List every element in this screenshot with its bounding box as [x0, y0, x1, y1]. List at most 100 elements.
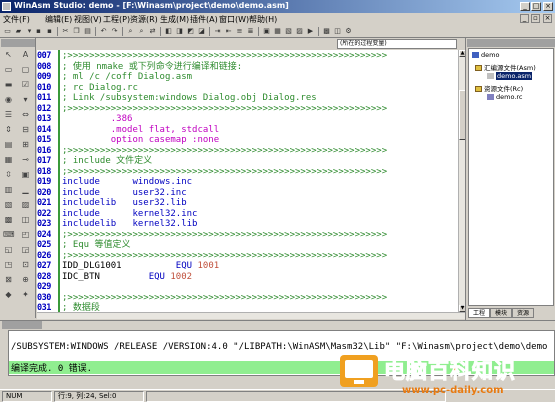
options-icon[interactable]: ⚙: [344, 27, 353, 36]
code-line[interactable]: 027 IDD_DLG1001 EQU 1001: [37, 261, 458, 272]
tree-asm-file[interactable]: demo.asm: [487, 72, 533, 80]
code-line[interactable]: 019 include windows.inc: [37, 177, 458, 188]
clear-bookmarks-icon[interactable]: ◪: [197, 27, 206, 36]
listview-tool-icon[interactable]: ▦: [3, 155, 14, 165]
save-icon[interactable]: ▪: [34, 27, 43, 36]
code-line[interactable]: 016 ;>>>>>>>>>>>>>>>>>>>>>>>>>>>>>>>>>>>>…: [37, 146, 458, 157]
label-tool-icon[interactable]: A: [20, 50, 31, 60]
undo-icon[interactable]: ↶: [99, 27, 108, 36]
link-icon[interactable]: ▦: [273, 27, 282, 36]
code-line[interactable]: 015 option casemap :none: [37, 135, 458, 146]
code-line[interactable]: 028 IDC_BTN EQU 1002: [37, 272, 458, 283]
hotkey-tool-icon[interactable]: ⌨: [3, 230, 15, 240]
open-file-icon[interactable]: ▰: [14, 27, 23, 36]
header-tool-icon[interactable]: ◲: [20, 245, 31, 255]
menu-file[interactable]: 文件(F): [3, 14, 30, 25]
tab-project[interactable]: 工程: [468, 308, 490, 318]
checkbox-tool-icon[interactable]: ☑: [20, 80, 31, 90]
image-tool-icon[interactable]: ▣: [20, 170, 31, 180]
code-line[interactable]: 022 include kernel32.inc: [37, 209, 458, 220]
assemble-icon[interactable]: ▣: [262, 27, 271, 36]
comment-icon[interactable]: ≡: [235, 27, 244, 36]
listbox-tool-icon[interactable]: ☰: [3, 110, 14, 120]
custom-tool-icon[interactable]: ✦: [20, 290, 31, 300]
code-editor[interactable]: 007 ;>>>>>>>>>>>>>>>>>>>>>>>>>>>>>>>>>>>>…: [37, 50, 458, 312]
code-line[interactable]: 025 ; Equ 等值定义: [37, 240, 458, 251]
next-bookmark-icon[interactable]: ◨: [175, 27, 184, 36]
animate-tool-icon[interactable]: ◱: [3, 245, 14, 255]
code-line[interactable]: 026 ;>>>>>>>>>>>>>>>>>>>>>>>>>>>>>>>>>>>>…: [37, 251, 458, 262]
code-line[interactable]: 030 ;>>>>>>>>>>>>>>>>>>>>>>>>>>>>>>>>>>>>…: [37, 293, 458, 304]
code-line[interactable]: 023 includelib kernel32.lib: [37, 219, 458, 230]
vscroll-tool-icon[interactable]: ⇕: [3, 125, 14, 135]
code-line[interactable]: 017 ; include 文件定义: [37, 156, 458, 167]
tab-modules[interactable]: 模块: [490, 308, 512, 318]
resource-icon[interactable]: ◫: [333, 27, 342, 36]
procedure-select[interactable]: (所在的过程变量): [337, 39, 457, 49]
code-line[interactable]: 010 ; rc Dialog.rc: [37, 83, 458, 94]
mdi-close-icon[interactable]: ×: [543, 14, 552, 23]
syslink-tool-icon[interactable]: ⊠: [3, 275, 14, 285]
code-line[interactable]: 013 .386: [37, 114, 458, 125]
combobox-tool-icon[interactable]: ▾: [20, 95, 31, 105]
code-line[interactable]: 021 includelib user32.lib: [37, 198, 458, 209]
groupbox-tool-icon[interactable]: ▢: [20, 65, 31, 75]
menu-project[interactable]: 工程(P): [103, 14, 130, 25]
code-line[interactable]: 007 ;>>>>>>>>>>>>>>>>>>>>>>>>>>>>>>>>>>>>…: [37, 51, 458, 62]
tree-rc-folder[interactable]: 资源文件(Rc): [475, 83, 523, 93]
code-line[interactable]: 012 ;>>>>>>>>>>>>>>>>>>>>>>>>>>>>>>>>>>>>…: [37, 104, 458, 115]
menu-make[interactable]: 生成(M): [160, 14, 189, 25]
build-icon[interactable]: ▧: [284, 27, 293, 36]
tabstrip-tool-icon[interactable]: ⊟: [20, 125, 31, 135]
button-tool-icon[interactable]: ▬: [3, 80, 14, 90]
maximize-button[interactable]: □: [531, 2, 541, 11]
tree-root[interactable]: demo: [472, 51, 499, 59]
uncomment-icon[interactable]: ≣: [246, 27, 255, 36]
new-file-icon[interactable]: ▭: [3, 27, 12, 36]
outdent-icon[interactable]: ⇤: [224, 27, 233, 36]
treeview-tool-icon[interactable]: ⊞: [20, 140, 31, 150]
find-icon[interactable]: ⌕: [126, 27, 135, 36]
calendar-tool-icon[interactable]: ▨: [20, 200, 31, 210]
editor-vertical-scrollbar[interactable]: ▲ ▼: [458, 50, 466, 312]
bookmark-icon[interactable]: ◧: [164, 27, 173, 36]
datepicker-tool-icon[interactable]: ▧: [3, 200, 14, 210]
updown-tool-icon[interactable]: ⇳: [3, 170, 14, 180]
edit-tool-icon[interactable]: ▭: [3, 65, 14, 75]
statusbar-tool-icon[interactable]: ▁: [20, 185, 31, 195]
code-line[interactable]: 009 ; ml /c /coff Dialog.asm: [37, 72, 458, 83]
dropdown-arrow-icon[interactable]: ▾: [25, 27, 34, 36]
tree-asm-folder[interactable]: 汇编源文件(Asm): [475, 62, 536, 72]
close-button[interactable]: ×: [543, 2, 553, 11]
menu-window[interactable]: 窗口(W): [219, 14, 249, 25]
toolbar-tool-icon[interactable]: ▥: [3, 185, 14, 195]
shape-tool-icon[interactable]: ◆: [3, 290, 14, 300]
mdi-minimize-icon[interactable]: _: [520, 14, 529, 23]
run-icon[interactable]: ▶: [306, 27, 315, 36]
pager-tool-icon[interactable]: ◳: [3, 260, 14, 270]
menu-addins[interactable]: 插件(A): [190, 14, 218, 25]
pointer-tool-icon[interactable]: ↖: [3, 50, 14, 60]
trackbar-tool-icon[interactable]: ⊸: [20, 155, 31, 165]
redo-icon[interactable]: ↷: [110, 27, 119, 36]
code-line[interactable]: 011 ; Link /subsystem:windows Dialog.obj …: [37, 93, 458, 104]
editor-horizontal-scrollbar[interactable]: [37, 312, 465, 319]
comboex-tool-icon[interactable]: ⊡: [20, 260, 31, 270]
project-tree[interactable]: demo 汇编源文件(Asm) demo.asm 资源文件(Rc) demo.r…: [468, 48, 554, 306]
indent-icon[interactable]: ⇥: [213, 27, 222, 36]
save-all-icon[interactable]: ▪: [45, 27, 54, 36]
menu-help[interactable]: 帮助(H): [249, 14, 277, 25]
menu-edit[interactable]: 编辑(E): [45, 14, 72, 25]
cut-icon[interactable]: ✂: [61, 27, 70, 36]
user-control-tool-icon[interactable]: ⊕: [20, 275, 31, 285]
code-line[interactable]: 008 ; 使用 nmake 或下列命令进行编译和链接:: [37, 62, 458, 73]
go-all-icon[interactable]: ▨: [295, 27, 304, 36]
debug-icon[interactable]: ▩: [322, 27, 331, 36]
minimize-button[interactable]: _: [520, 2, 530, 11]
mdi-restore-icon[interactable]: ▫: [531, 14, 540, 23]
code-line[interactable]: 024 ;>>>>>>>>>>>>>>>>>>>>>>>>>>>>>>>>>>>>…: [37, 230, 458, 241]
code-line[interactable]: 029: [37, 282, 458, 293]
menu-view[interactable]: 视图(V): [74, 14, 102, 25]
code-line[interactable]: 018 ;>>>>>>>>>>>>>>>>>>>>>>>>>>>>>>>>>>>>…: [37, 167, 458, 178]
hscroll-tool-icon[interactable]: ⇔: [20, 110, 31, 120]
